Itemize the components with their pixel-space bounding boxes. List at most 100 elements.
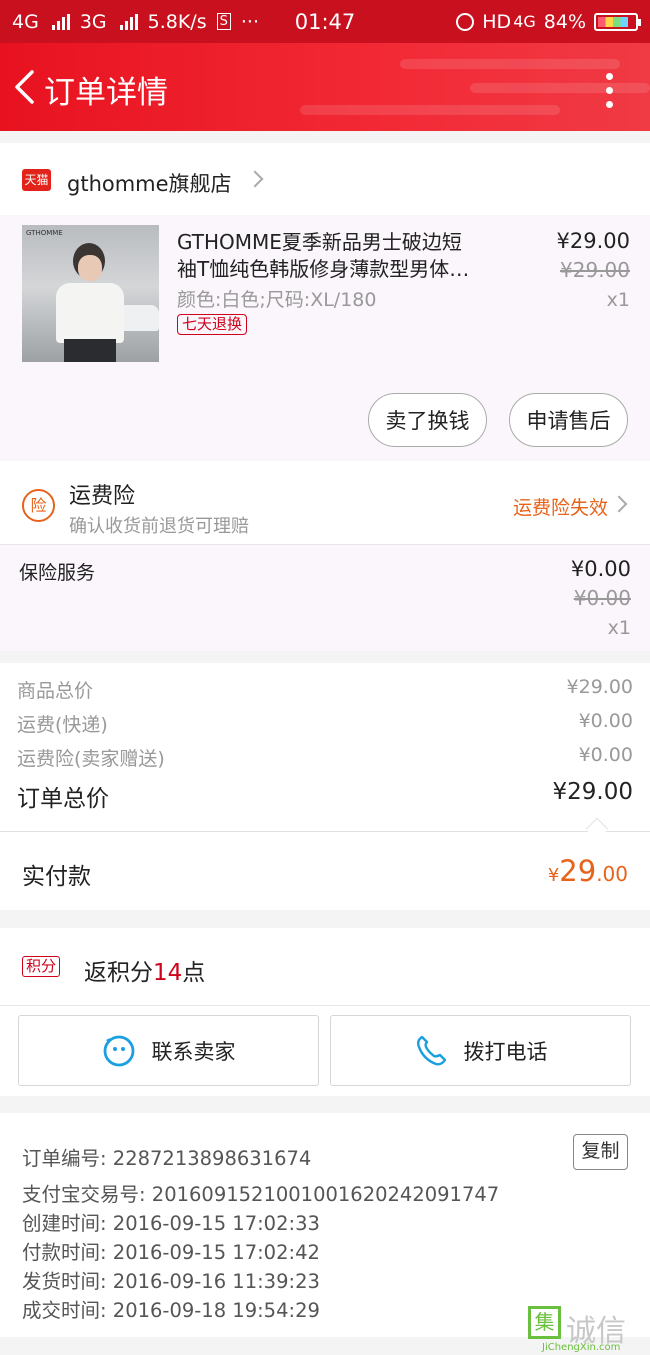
shipped-time-row: 发货时间: 2016-09-16 11:39:23 xyxy=(22,1265,320,1294)
thumbnail-brand-text: GTHOMME xyxy=(26,229,63,237)
hd-label: HD xyxy=(482,10,512,33)
phone-icon xyxy=(416,1035,446,1065)
s-app-icon: S xyxy=(216,13,231,30)
product-title-line2: 袖T恤纯色韩版修身薄款型男体… xyxy=(177,257,470,281)
points-number: 14 xyxy=(153,960,183,986)
info-label: 订单编号: xyxy=(22,1147,107,1170)
summary-value: ¥0.00 xyxy=(578,744,633,766)
paid-amount-int: 29 xyxy=(559,854,597,888)
chevron-right-icon xyxy=(610,495,628,513)
back-arrow-icon[interactable] xyxy=(12,69,40,105)
order-number-row: 订单编号: 2287213898631674 xyxy=(22,1142,311,1171)
insurance-service-original-price: ¥0.00 xyxy=(573,586,631,610)
paid-time: 2016-09-15 17:02:42 xyxy=(112,1241,320,1264)
contact-seller-label: 联系卖家 xyxy=(151,1039,236,1064)
points-text: 返积分14点 xyxy=(84,953,205,987)
paid-amount-value: ¥29.00 xyxy=(548,854,628,888)
product-title-line1: GTHOMME夏季新品男士破边短 xyxy=(177,230,462,254)
summary-value: ¥29.00 xyxy=(566,676,633,698)
created-time: 2016-09-15 17:02:33 xyxy=(112,1212,320,1235)
info-label: 付款时间: xyxy=(22,1241,107,1264)
insurance-service-label: 保险服务 xyxy=(19,562,96,584)
signal-icon-2 xyxy=(119,13,138,30)
insurance-icon: 险 xyxy=(22,489,55,522)
product-variant: 颜色:白色;尺码:XL/180 xyxy=(177,289,377,311)
aftersale-button[interactable]: 申请售后 xyxy=(509,393,628,447)
return-policy-badge: 七天退换 xyxy=(177,314,248,335)
call-phone-label: 拨打电话 xyxy=(463,1039,548,1064)
copy-button[interactable]: 复制 xyxy=(573,1134,628,1170)
watermark-box: 集 xyxy=(528,1306,561,1339)
watermark-site: JiChengXin.com xyxy=(542,1342,621,1353)
insurance-service-row: 保险服务 ¥0.00 ¥0.00 x1 xyxy=(0,545,650,651)
alipay-trade-row: 支付宝交易号: 2016091521001001620242091747 xyxy=(22,1178,499,1207)
paid-time-row: 付款时间: 2016-09-15 17:02:42 xyxy=(22,1236,320,1265)
points-row: 积分 返积分14点 xyxy=(0,928,650,1006)
battery-percent: 84% xyxy=(543,10,586,33)
nav-bar: 订单详情 xyxy=(0,43,650,131)
summary-label: 商品总价 xyxy=(17,680,94,702)
tmall-badge: 天猫 xyxy=(22,169,51,191)
sell-button[interactable]: 卖了换钱 xyxy=(368,393,487,447)
info-label: 发货时间: xyxy=(22,1270,107,1293)
paid-currency: ¥ xyxy=(547,865,560,886)
signal-icon xyxy=(51,13,70,30)
chat-icon xyxy=(103,1035,134,1066)
summary-value: ¥0.00 xyxy=(578,710,633,732)
created-time-row: 创建时间: 2016-09-15 17:02:33 xyxy=(22,1207,320,1236)
completed-time: 2016-09-18 19:54:29 xyxy=(112,1299,320,1322)
page-title: 订单详情 xyxy=(44,75,168,111)
contact-row: 联系卖家 拨打电话 xyxy=(0,1006,650,1096)
points-suffix: 点 xyxy=(182,960,206,986)
network-speed: 5.8K/s xyxy=(147,10,207,33)
insurance-service-quantity: x1 xyxy=(607,617,631,639)
freight-insurance-row[interactable]: 险 运费险 确认收货前退货可理赔 运费险失效 xyxy=(0,461,650,545)
summary-label: 运费(快递) xyxy=(17,714,108,736)
shop-name[interactable]: gthomme旗舰店 xyxy=(67,168,232,198)
summary-row-total: 订单总价 ¥29.00 xyxy=(17,779,633,813)
info-label: 成交时间: xyxy=(22,1299,107,1322)
freight-insurance-status[interactable]: 运费险失效 xyxy=(513,493,608,520)
summary-row-freight-insurance: 运费险(卖家赠送) ¥0.00 xyxy=(17,744,633,771)
network-3g-label: 3G xyxy=(79,10,107,33)
order-total-value: ¥29.00 xyxy=(552,779,633,805)
network-4g-label-2: 4G xyxy=(513,12,536,31)
summary-row-shipping: 运费(快递) ¥0.00 xyxy=(17,710,633,737)
more-notifications-icon: ··· xyxy=(240,10,259,33)
paid-amount-row: 实付款 ¥29.00 xyxy=(0,832,650,910)
points-prefix: 返积分 xyxy=(84,960,153,986)
shop-header[interactable]: 天猫 gthomme旗舰店 xyxy=(0,143,650,215)
call-phone-button[interactable]: 拨打电话 xyxy=(330,1015,631,1086)
contact-seller-button[interactable]: 联系卖家 xyxy=(18,1015,319,1086)
network-4g-label: 4G xyxy=(12,10,39,33)
paid-amount-label: 实付款 xyxy=(22,864,91,890)
product-price: ¥29.00 xyxy=(556,229,630,253)
more-menu-icon[interactable] xyxy=(606,73,614,108)
summary-row-goods: 商品总价 ¥29.00 xyxy=(17,676,633,703)
product-title[interactable]: GTHOMME夏季新品男士破边短 袖T恤纯色韩版修身薄款型男体… xyxy=(177,229,502,283)
summary-label: 运费险(卖家赠送) xyxy=(17,748,165,770)
product-original-price: ¥29.00 xyxy=(560,258,630,282)
chevron-right-icon xyxy=(246,170,264,188)
order-number: 2287213898631674 xyxy=(112,1147,312,1170)
status-bar: 4G 3G 5.8K/s S ··· 01:47 HD 4G 84% xyxy=(0,0,650,43)
product-item[interactable]: GTHOMME GTHOMME夏季新品男士破边短 袖T恤纯色韩版修身薄款型男体…… xyxy=(0,215,650,461)
product-quantity: x1 xyxy=(606,289,630,311)
product-thumbnail[interactable]: GTHOMME xyxy=(22,225,159,362)
points-badge: 积分 xyxy=(22,956,61,977)
info-label: 支付宝交易号: xyxy=(22,1183,146,1206)
watermark-logo: 集 诚信 JiChengXin.com xyxy=(528,1306,646,1353)
paid-amount-dec: .00 xyxy=(596,862,628,886)
battery-icon xyxy=(594,12,641,31)
insurance-service-price: ¥0.00 xyxy=(570,557,631,581)
info-label: 创建时间: xyxy=(22,1212,107,1235)
order-total-label: 订单总价 xyxy=(17,786,109,812)
freight-insurance-subtitle: 确认收货前退货可理赔 xyxy=(69,516,249,537)
order-info: 订单编号: 2287213898631674 复制 支付宝交易号: 201609… xyxy=(0,1113,650,1337)
price-summary: 商品总价 ¥29.00 运费(快递) ¥0.00 运费险(卖家赠送) ¥0.00… xyxy=(0,663,650,831)
alarm-icon xyxy=(456,12,475,31)
alipay-trade-number: 2016091521001001620242091747 xyxy=(151,1183,500,1206)
shipped-time: 2016-09-16 11:39:23 xyxy=(112,1270,320,1293)
completed-time-row: 成交时间: 2016-09-18 19:54:29 xyxy=(22,1294,320,1323)
freight-insurance-title: 运费险 xyxy=(69,484,136,509)
